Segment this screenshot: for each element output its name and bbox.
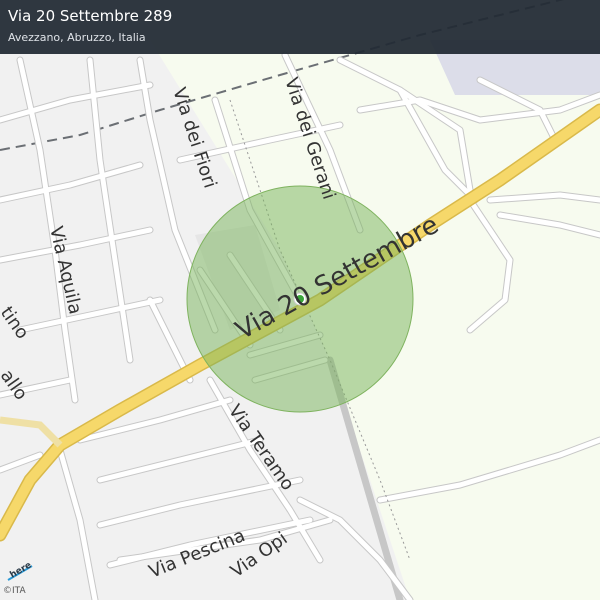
location-header: Via 20 Settembre 289 Avezzano, Abruzzo, … [0, 0, 600, 54]
map-canvas[interactable]: Via 20 Settembre Via dei Fiori Via dei G… [0, 0, 600, 600]
address-title: Via 20 Settembre 289 [8, 7, 173, 25]
here-logo[interactable]: here [4, 562, 38, 586]
copyright-text: ©ITA [3, 586, 26, 596]
here-logo-text: here [9, 562, 34, 581]
address-subtitle: Avezzano, Abruzzo, Italia [8, 31, 146, 44]
